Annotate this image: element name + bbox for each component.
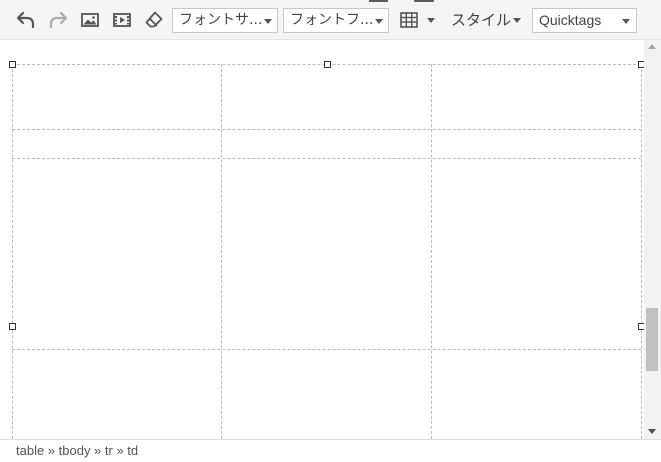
insert-image-button[interactable] — [76, 6, 104, 34]
element-path[interactable]: table » tbody » tr » td — [16, 443, 138, 458]
font-family-value: フォントフ... — [290, 12, 374, 28]
toolbar-top-separator — [369, 0, 388, 2]
chevron-down-icon — [375, 19, 383, 24]
vertical-scrollbar[interactable] — [644, 40, 661, 439]
table-icon — [400, 12, 418, 28]
scrollbar-thumb[interactable] — [646, 308, 658, 371]
undo-icon — [16, 11, 35, 29]
editor-toolbar: フォントサ... フォントフ... スタイル Quicktags — [0, 0, 661, 40]
chevron-down-icon — [427, 18, 435, 23]
font-family-select[interactable]: フォントフ... — [283, 8, 389, 33]
resize-handle-top-left[interactable] — [9, 61, 16, 68]
table-row-divider — [12, 129, 641, 130]
table-column-divider — [431, 64, 432, 439]
table-column-divider — [221, 64, 222, 439]
table-border-left — [12, 64, 13, 439]
element-path-statusbar: table » tbody » tr » td — [0, 439, 661, 462]
table-row-divider — [12, 158, 641, 159]
table-border-right — [641, 64, 642, 439]
scroll-up-arrow-icon[interactable] — [648, 44, 656, 49]
font-size-value: フォントサ... — [179, 12, 263, 28]
redo-button[interactable] — [44, 6, 72, 34]
redo-icon — [49, 11, 68, 29]
insert-media-button[interactable] — [108, 6, 136, 34]
chevron-down-icon — [264, 19, 272, 24]
font-size-select[interactable]: フォントサ... — [172, 8, 278, 33]
style-menu-label: スタイル — [451, 11, 512, 29]
scroll-down-arrow-icon[interactable] — [648, 429, 656, 434]
resize-handle-top-center[interactable] — [324, 61, 331, 68]
chevron-down-icon — [622, 19, 630, 24]
style-menu-button[interactable]: スタイル — [451, 8, 525, 33]
image-icon — [81, 13, 99, 27]
rich-text-editor: フォントサ... フォントフ... スタイル Quicktags table »… — [0, 0, 661, 462]
media-icon — [113, 13, 131, 27]
eraser-icon — [145, 11, 163, 28]
editor-content-area[interactable] — [0, 40, 661, 439]
chevron-down-icon — [513, 18, 521, 23]
table-row-divider — [12, 349, 641, 350]
quicktags-select[interactable]: Quicktags — [532, 8, 637, 33]
clear-formatting-button[interactable] — [140, 6, 168, 34]
table-button[interactable] — [396, 6, 438, 34]
undo-button[interactable] — [12, 6, 40, 34]
toolbar-top-separator — [414, 0, 434, 2]
quicktags-value: Quicktags — [539, 12, 602, 28]
resize-handle-middle-left[interactable] — [9, 323, 16, 330]
